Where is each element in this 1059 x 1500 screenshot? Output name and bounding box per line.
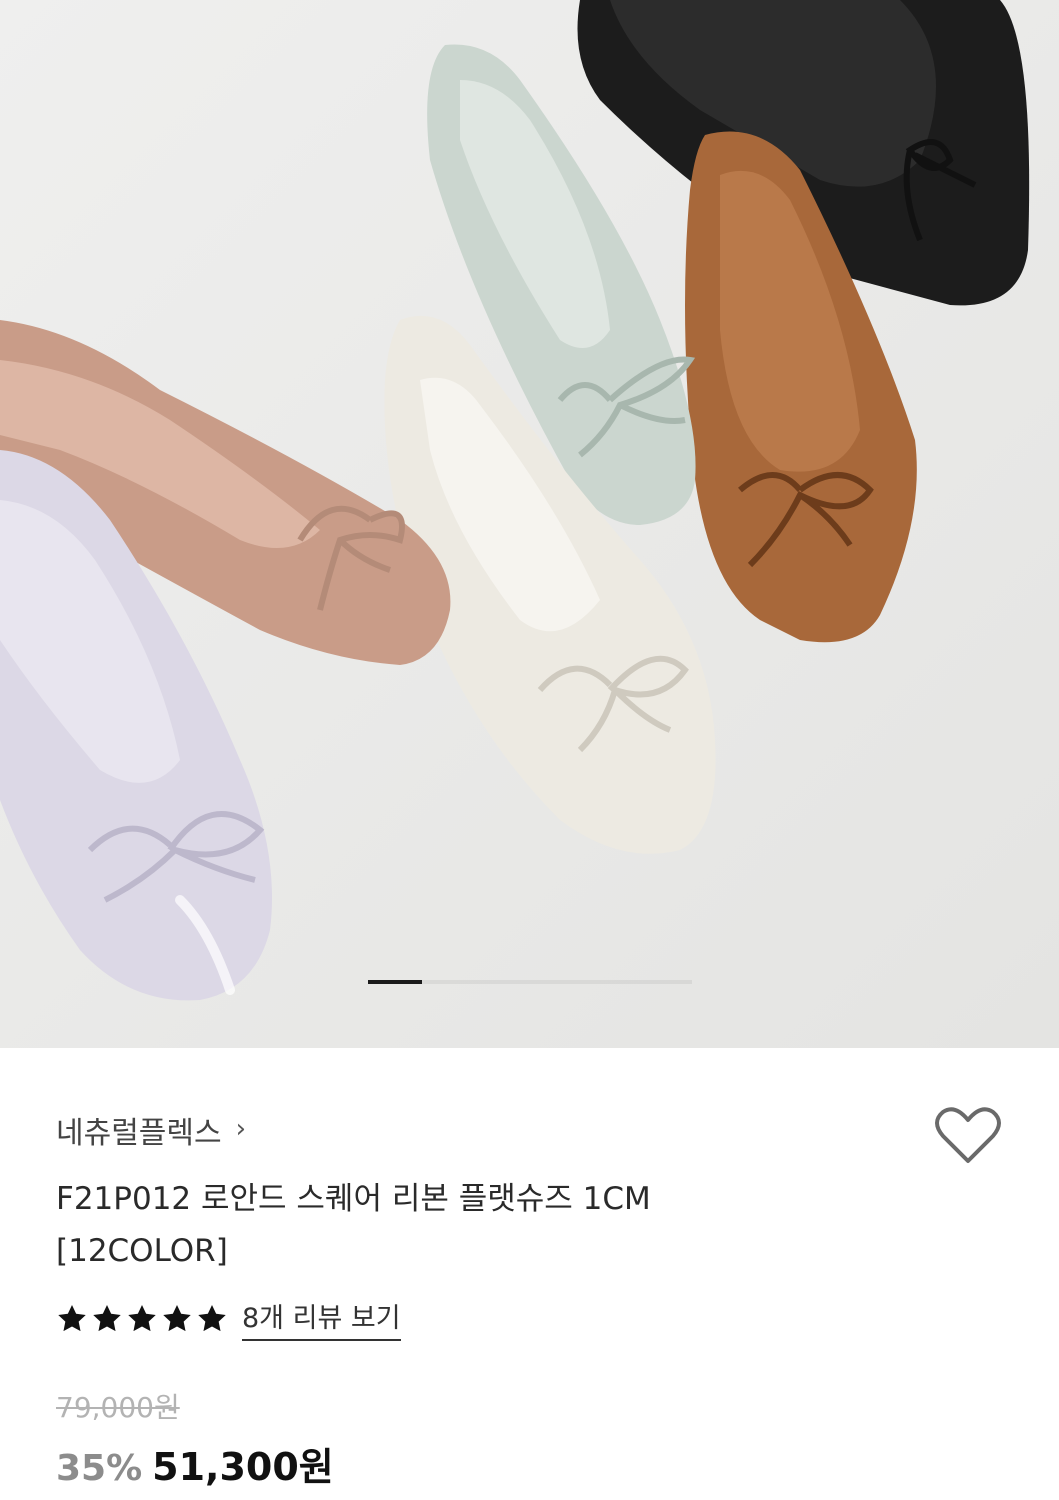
product-title-line1: F21P012 로안드 스퀘어 리본 플랫슈즈 1CM	[56, 1181, 651, 1217]
star-rating	[56, 1303, 228, 1335]
discount-rate: 35%	[56, 1448, 143, 1489]
carousel-indicator	[368, 980, 692, 984]
star-filled-icon	[93, 1304, 121, 1331]
star-filled-icon	[58, 1304, 86, 1331]
sale-price: 51,300원	[152, 1445, 334, 1489]
product-image-carousel[interactable]	[0, 0, 1059, 1048]
carousel-indicator-active	[368, 980, 422, 984]
star-filled-icon	[128, 1304, 156, 1331]
star-filled-icon	[163, 1304, 191, 1331]
heart-outline-icon[interactable]	[935, 1106, 1001, 1166]
original-price: 79,000원	[56, 1391, 180, 1424]
price-row: 35% 51,300원	[56, 1436, 334, 1491]
brand-link[interactable]: 네츄럴플렉스 ›	[56, 1108, 246, 1152]
product-photo	[0, 0, 1059, 1048]
review-link[interactable]: 8개 리뷰 보기	[242, 1296, 401, 1341]
product-title-line2: [12COLOR]	[56, 1233, 228, 1269]
product-title: F21P012 로안드 스퀘어 리본 플랫슈즈 1CM [12COLOR]	[56, 1173, 876, 1277]
star-filled-icon	[198, 1304, 226, 1331]
brand-name: 네츄럴플렉스	[56, 1116, 222, 1151]
chevron-right-icon: ›	[235, 1114, 247, 1144]
rating-row: 8개 리뷰 보기	[56, 1296, 401, 1341]
